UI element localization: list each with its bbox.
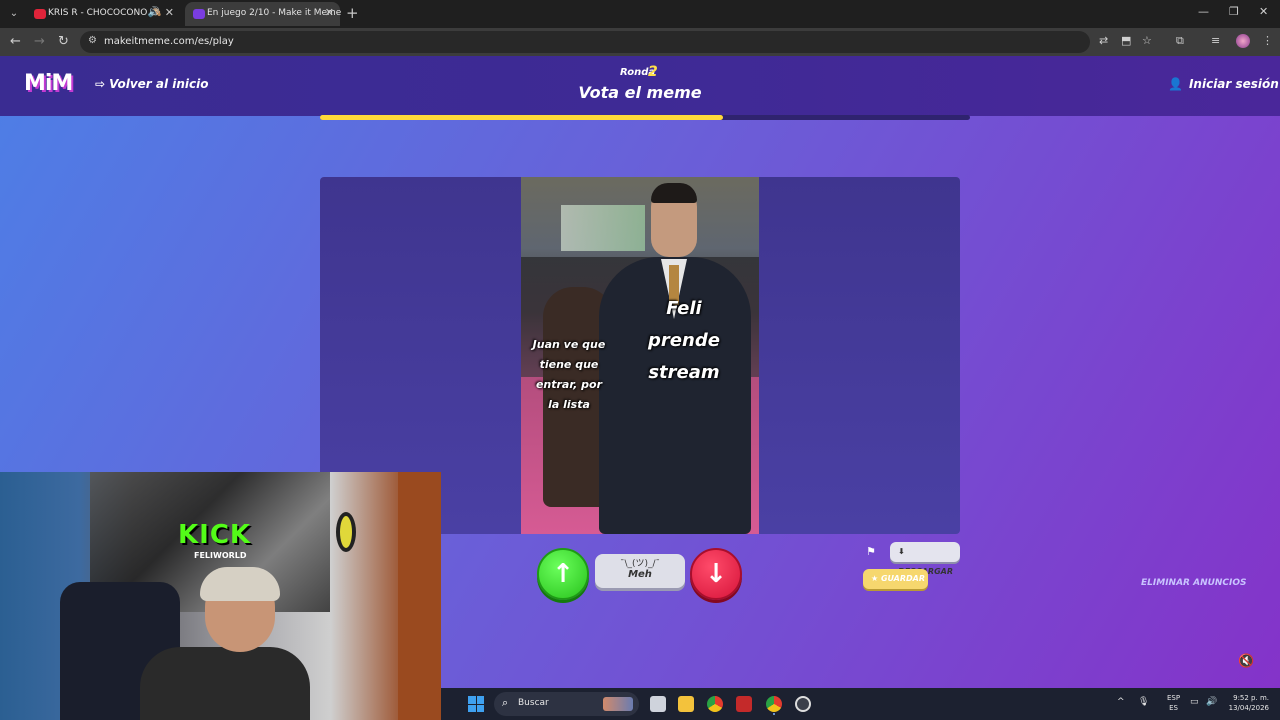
phase-title: Vota el meme [578,83,702,102]
meme-caption-right: Feli prende stream [648,298,720,383]
search-icon: ⌕ [502,696,509,709]
login-link[interactable]: 👤 Iniciar sesión [1168,77,1279,91]
back-label: Volver al inicio [109,77,209,91]
kick-subtitle: FELIWORLD [194,551,247,560]
meme-image: Juan ve que tiene que entrar, por la lis… [521,177,759,534]
task-view-icon[interactable] [650,696,666,712]
obs-icon[interactable] [795,696,811,712]
tab-close-icon[interactable]: ✕ [325,6,334,19]
reload-icon[interactable]: ↻ [58,34,69,49]
chrome-icon[interactable] [707,696,723,712]
star-icon: ★ [871,574,879,583]
tab-make-it-meme[interactable]: En juego 2/10 - Make it Meme ✕ [185,2,342,26]
minimize-icon[interactable]: — [1198,5,1209,18]
install-app-icon[interactable]: ⬒ [1121,34,1131,47]
media-control-icon[interactable]: ≡ [1211,34,1220,47]
url-text: makeitmeme.com/es/play [104,36,234,47]
tray-overflow-icon[interactable]: ^ [1117,697,1125,707]
exit-icon: ⇨ [95,77,106,91]
save-button[interactable]: ★ GUARDAR [863,569,928,589]
search-placeholder: Buscar [518,698,549,708]
extensions-icon[interactable]: ⧉ [1176,34,1184,48]
meme-caption-left: Juan ve que tiene que entrar, por la lis… [532,338,606,411]
vote-meh-button[interactable]: ¯\_(ツ)_/¯ Meh [595,554,685,588]
youtube-favicon-icon [34,9,46,19]
taskbar-search[interactable]: ⌕ Buscar [494,692,639,716]
new-tab-icon[interactable]: + [346,4,359,22]
keyboard-language[interactable]: ESP ES [1167,693,1180,713]
mute-speaker-icon[interactable]: 🔇 [1238,654,1254,669]
volume-icon[interactable]: 🔊 [1206,697,1217,707]
browser-tab-bar: ⌄ KRIS R - CHOCOCONO 🙈 🔊 ✕ En juego 2/10… [0,0,1280,28]
mim-favicon-icon [193,9,205,19]
download-button[interactable]: ⬇ DESCARGAR [890,542,960,576]
network-icon[interactable]: ▭ [1190,697,1199,707]
taskbar-clock[interactable]: 9:52 p. m. 13/04/2026 [1227,693,1269,713]
round-number: 2 [648,64,658,80]
wall-clock [336,512,356,552]
round-progress-fill [320,115,723,120]
audio-playing-icon[interactable]: 🔊 [148,7,160,18]
window-close-icon[interactable]: ✕ [1259,5,1268,18]
more-menu-icon[interactable]: ⋮ [1262,34,1273,47]
translate-icon[interactable]: ⇄ [1099,34,1108,47]
forward-arrow-icon[interactable]: → [34,34,45,49]
mim-logo[interactable]: MiM [24,71,73,96]
kick-logo: KICK [178,520,252,550]
site-header: MiM ⇨ Volver al inicio Ronda 2 Vota el me… [0,56,1280,116]
voicemeeter-icon[interactable] [736,696,752,712]
windows-taskbar: ⌕ Buscar ^ 🎙 ESP ES ▭ 🔊 9:52 p. m. 13/04… [441,688,1280,720]
login-label: Iniciar sesión [1188,77,1279,91]
streamer-webcam: KICK FELIWORLD [0,472,441,720]
bookmark-star-icon[interactable]: ☆ [1142,34,1152,47]
browser-toolbar: ← → ↻ ⚙ makeitmeme.com/es/play ⇄ ⬒ ☆ ⧉ ≡… [0,28,1280,56]
address-bar[interactable]: ⚙ makeitmeme.com/es/play [80,31,1090,53]
profile-avatar[interactable] [1236,34,1250,48]
tab-title: KRIS R - CHOCOCONO 🙈 [48,8,162,18]
shrug-face: ¯\_(ツ)_/¯ [619,559,661,569]
meh-label: Meh [628,569,652,580]
back-arrow-icon[interactable]: ← [10,34,21,49]
mic-icon[interactable]: 🎙 [1138,697,1149,707]
download-icon: ⬇ [898,547,905,556]
arrow-up-icon: ↑ [552,559,574,589]
chrome-active-icon[interactable] [766,696,782,712]
user-icon: 👤 [1168,77,1183,91]
file-explorer-icon[interactable] [678,696,694,712]
back-to-home-link[interactable]: ⇨ Volver al inicio [95,77,209,91]
tab-kris-r[interactable]: KRIS R - CHOCOCONO 🙈 🔊 ✕ [26,2,180,26]
tab-close-icon[interactable]: ✕ [165,6,174,19]
vote-down-button[interactable]: ↓ [690,548,742,600]
remove-ads-link[interactable]: ELIMINAR ANUNCIOS [1141,578,1247,588]
vote-up-button[interactable]: ↑ [537,548,589,600]
round-progress-bar [320,115,970,120]
tab-search-icon[interactable]: ⌄ [6,6,22,22]
arrow-down-icon: ↓ [705,559,727,589]
tab-title: En juego 2/10 - Make it Meme [207,8,342,18]
site-info-icon[interactable]: ⚙ [88,35,97,46]
save-label: GUARDAR [880,574,926,583]
restore-icon[interactable]: ❐ [1229,5,1239,18]
windows-start-icon[interactable] [468,696,484,712]
report-flag-icon[interactable]: ⚑ [866,545,876,558]
